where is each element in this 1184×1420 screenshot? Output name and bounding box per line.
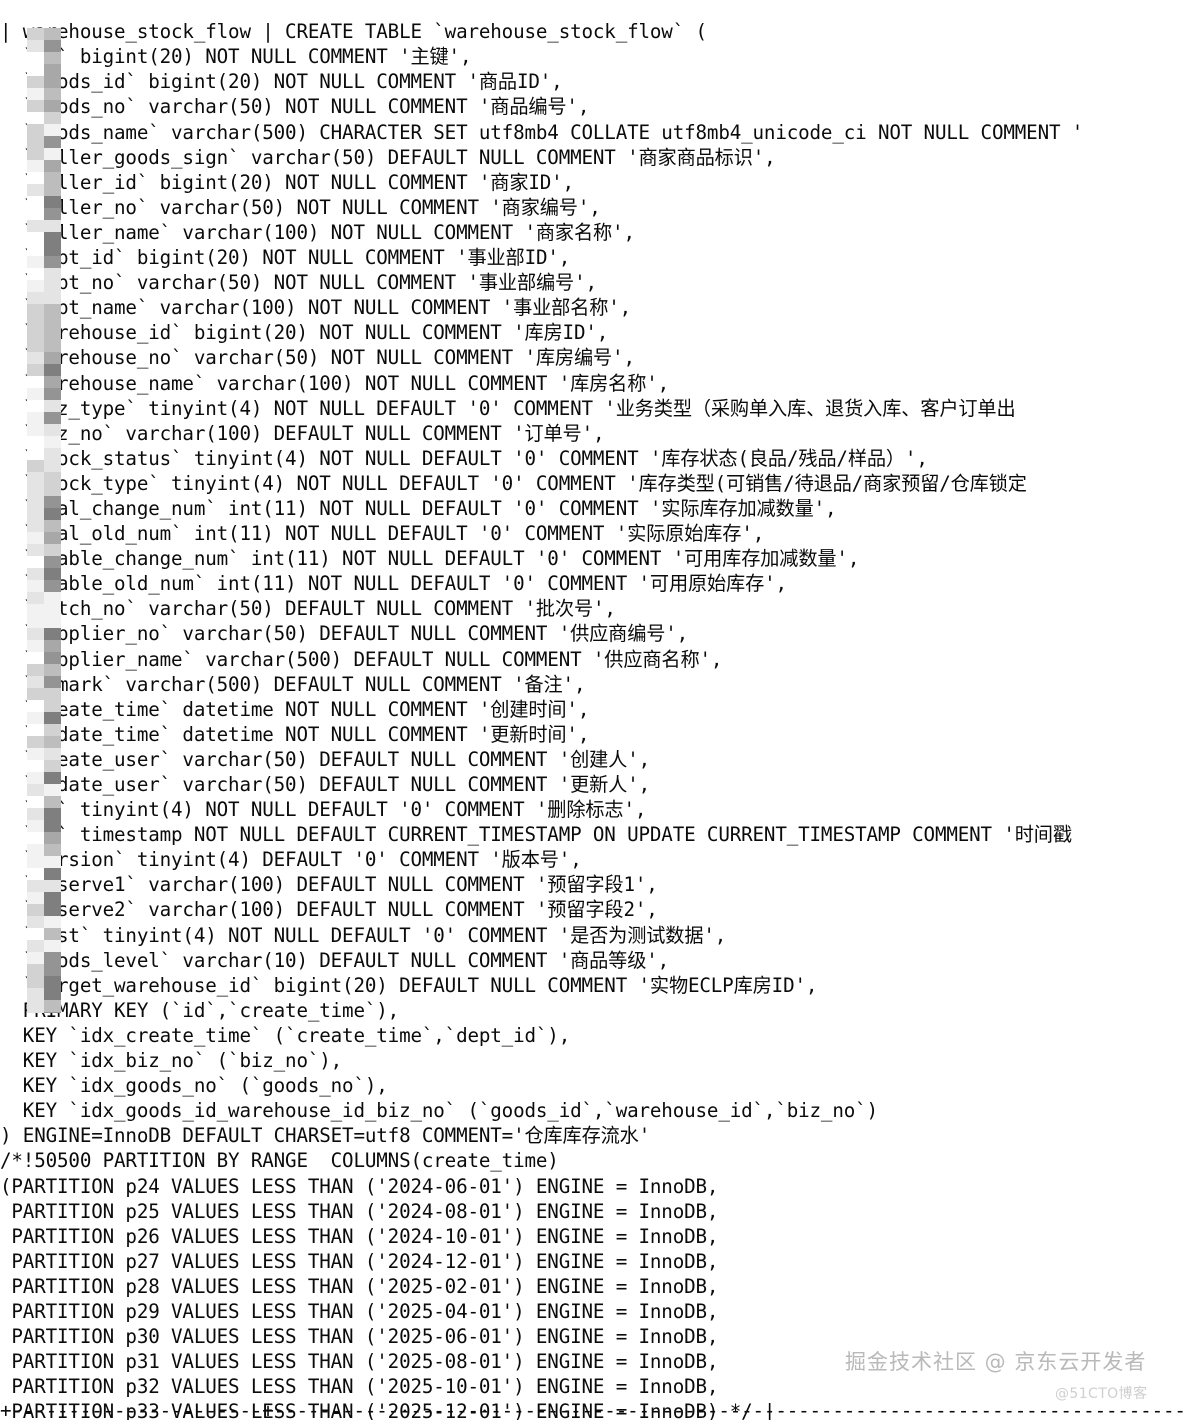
sql-line: `dept_name` varchar(100) NOT NULL COMMEN… bbox=[0, 296, 632, 320]
sql-line: `update_user` varchar(50) DEFAULT NULL C… bbox=[0, 773, 651, 796]
watermark-51cto: @51CTO博客 bbox=[1055, 1386, 1148, 1402]
sql-line: `goods_name` varchar(500) CHARACTER SET … bbox=[0, 120, 1084, 144]
sql-line: PARTITION p28 VALUES LESS THAN ('2025-02… bbox=[0, 1274, 719, 1298]
sql-line: `seller_id` bigint(20) NOT NULL COMMENT … bbox=[0, 170, 574, 194]
sql-line: `biz_no` varchar(100) DEFAULT NULL COMME… bbox=[0, 421, 605, 445]
sql-line: `usable_change_num` int(11) NOT NULL DEF… bbox=[0, 547, 860, 571]
sql-line: `goods_no` varchar(50) NOT NULL COMMENT … bbox=[0, 95, 590, 119]
sql-line: `stock_status` tinyint(4) NOT NULL DEFAU… bbox=[0, 446, 928, 470]
sql-line: `create_user` varchar(50) DEFAULT NULL C… bbox=[0, 747, 651, 771]
sql-line: `goods_id` bigint(20) NOT NULL COMMENT '… bbox=[0, 70, 563, 94]
sql-line: KEY `idx_goods_id_warehouse_id_biz_no` (… bbox=[0, 1099, 878, 1123]
sql-line: `id` bigint(20) NOT NULL COMMENT '主键', bbox=[0, 45, 472, 69]
table-bottom-rule: +----------------------+----------------… bbox=[0, 1403, 1184, 1419]
sql-line: `supplier_name` varchar(500) DEFAULT NUL… bbox=[0, 647, 723, 671]
sql-line: `biz_type` tinyint(4) NOT NULL DEFAULT '… bbox=[0, 396, 1016, 420]
sql-line: `warehouse_no` varchar(50) NOT NULL COMM… bbox=[0, 346, 635, 370]
sql-line: `warehouse_name` varchar(100) NOT NULL C… bbox=[0, 371, 670, 395]
sql-line: `create_time` datetime NOT NULL COMMENT … bbox=[0, 697, 590, 721]
sql-line: PARTITION p30 VALUES LESS THAN ('2025-06… bbox=[0, 1325, 719, 1349]
sql-line: PARTITION p29 VALUES LESS THAN ('2025-04… bbox=[0, 1299, 719, 1323]
sql-line: `reserve2` varchar(100) DEFAULT NULL COM… bbox=[0, 898, 658, 922]
sql-line: `dept_id` bigint(20) NOT NULL COMMENT '事… bbox=[0, 246, 571, 270]
sql-line: PRIMARY KEY (`id`,`create_time`), bbox=[0, 998, 400, 1022]
sql-line: KEY `idx_create_time` (`create_time`,`de… bbox=[0, 1023, 571, 1047]
sql-line: PARTITION p25 VALUES LESS THAN ('2024-08… bbox=[0, 1199, 719, 1223]
sql-line: `seller_goods_sign` varchar(50) DEFAULT … bbox=[0, 145, 776, 169]
mysql-create-table-output: | warehouse_stock_flow | CREATE TABLE `w… bbox=[0, 19, 1184, 1420]
sql-line: `real_old_num` int(11) NOT NULL DEFAULT … bbox=[0, 522, 765, 546]
sql-line: `yn` tinyint(4) NOT NULL DEFAULT '0' COM… bbox=[0, 798, 647, 822]
sql-line: `version` tinyint(4) DEFAULT '0' COMMENT… bbox=[0, 848, 582, 872]
sql-line: PARTITION p27 VALUES LESS THAN ('2024-12… bbox=[0, 1249, 719, 1273]
sql-line: `ts` timestamp NOT NULL DEFAULT CURRENT_… bbox=[0, 823, 1072, 847]
sql-line: `usable_old_num` int(11) NOT NULL DEFAUL… bbox=[0, 572, 787, 596]
watermark-juejin: 掘金技术社区 @ 京东云开发者 bbox=[845, 1350, 1147, 1374]
sql-line: KEY `idx_goods_no` (`goods_no`), bbox=[0, 1074, 388, 1098]
sql-line: `remark` varchar(500) DEFAULT NULL COMME… bbox=[0, 672, 586, 696]
sql-line: `warehouse_id` bigint(20) NOT NULL COMME… bbox=[0, 321, 609, 345]
sql-line: `dept_no` varchar(50) NOT NULL COMMENT '… bbox=[0, 271, 597, 295]
sql-line: `update_time` datetime NOT NULL COMMENT … bbox=[0, 722, 590, 746]
sql-line: `seller_name` varchar(100) NOT NULL COMM… bbox=[0, 220, 635, 244]
sql-line: `supplier_no` varchar(50) DEFAULT NULL C… bbox=[0, 622, 689, 646]
sql-line: `real_change_num` int(11) NOT NULL DEFAU… bbox=[0, 496, 837, 520]
sql-line: | warehouse_stock_flow | CREATE TABLE `w… bbox=[0, 20, 707, 44]
sql-line: `seller_no` varchar(50) NOT NULL COMMENT… bbox=[0, 195, 601, 219]
screenshot-root: | warehouse_stock_flow | CREATE TABLE `w… bbox=[0, 0, 1184, 1420]
sql-line: `goods_level` varchar(10) DEFAULT NULL C… bbox=[0, 948, 670, 972]
sql-line: PARTITION p26 VALUES LESS THAN ('2024-10… bbox=[0, 1224, 719, 1248]
sql-line: /*!50500 PARTITION BY RANGE COLUMNS(crea… bbox=[0, 1149, 559, 1173]
sql-line: KEY `idx_biz_no` (`biz_no`), bbox=[0, 1049, 343, 1073]
sql-line: `batch_no` varchar(50) DEFAULT NULL COMM… bbox=[0, 597, 616, 621]
sql-line: `test` tinyint(4) NOT NULL DEFAULT '0' C… bbox=[0, 923, 727, 947]
sql-line: `reserve1` varchar(100) DEFAULT NULL COM… bbox=[0, 873, 658, 897]
sql-line: `stock_type` tinyint(4) NOT NULL DEFAULT… bbox=[0, 471, 1027, 495]
sql-line: PARTITION p32 VALUES LESS THAN ('2025-10… bbox=[0, 1375, 719, 1399]
sql-line: (PARTITION p24 VALUES LESS THAN ('2024-0… bbox=[0, 1174, 719, 1198]
sql-line: ) ENGINE=InnoDB DEFAULT CHARSET=utf8 COM… bbox=[0, 1124, 651, 1148]
sql-line: `target_warehouse_id` bigint(20) DEFAULT… bbox=[0, 973, 818, 997]
